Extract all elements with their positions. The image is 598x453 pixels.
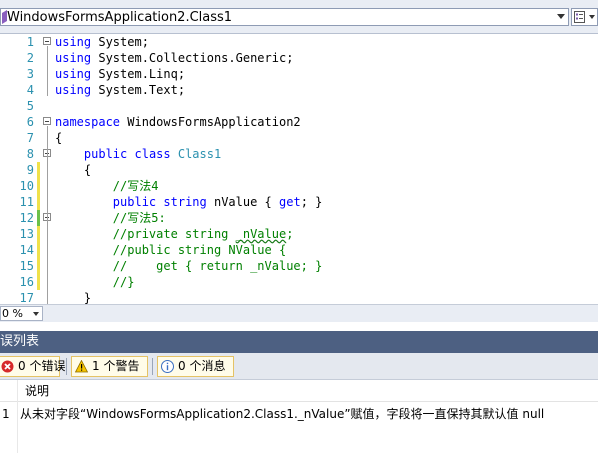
code-text: //private string _nValue;	[112, 227, 294, 241]
code-text: {	[55, 131, 63, 145]
code-text: using System.Linq;	[55, 67, 186, 81]
change-marker	[37, 258, 40, 274]
code-text: public string nValue { get; }	[112, 195, 323, 209]
class-selector-value: WindowsFormsApplication2.Class1	[7, 10, 233, 25]
navigation-bar: WindowsFormsApplication2.Class1	[0, 0, 598, 34]
line-number: 1	[26, 35, 34, 49]
code-line[interactable]: 13 //private string _nValue;	[0, 226, 598, 242]
messages-filter-label: 0 个消息	[178, 359, 226, 373]
errors-filter-label: 0 个错误	[18, 359, 66, 373]
collapse-toggle-icon[interactable]	[43, 117, 51, 125]
code-line[interactable]: 4 using System.Text;	[0, 82, 598, 98]
line-number: 13	[19, 227, 34, 241]
line-number: 15	[19, 259, 34, 273]
toolbar-separator	[66, 358, 67, 375]
collapse-toggle-icon[interactable]	[43, 37, 51, 45]
line-number: 3	[26, 67, 34, 81]
zoom-value: 0 %	[2, 307, 23, 320]
code-line[interactable]: 14 //public string NValue {	[0, 242, 598, 258]
line-number: 14	[19, 243, 34, 257]
code-line[interactable]: 11 public string nValue { get; }	[0, 194, 598, 210]
code-line[interactable]: 1 using System;	[0, 34, 598, 50]
table-row[interactable]: 1 从未对字段“WindowsFormsApplication2.Class1.…	[0, 402, 598, 426]
warnings-filter-button[interactable]: 1 个警告	[71, 356, 148, 377]
line-number: 8	[26, 147, 34, 161]
error-icon	[1, 360, 14, 373]
warnings-filter-label: 1 个警告	[92, 359, 140, 373]
code-line[interactable]: 3 using System.Linq;	[0, 66, 598, 82]
code-text: {	[55, 163, 92, 177]
member-selector-dropdown[interactable]	[571, 8, 598, 26]
line-number: 10	[19, 179, 34, 193]
change-marker	[37, 274, 40, 290]
editor-footer: 0 %	[0, 304, 598, 322]
column-header-description[interactable]: 说明	[25, 380, 49, 402]
line-number: 5	[26, 99, 34, 113]
line-number: 11	[19, 195, 34, 209]
error-list-title: 误列表	[0, 331, 598, 353]
outline-guide	[47, 46, 48, 96]
line-number: 9	[26, 163, 34, 177]
code-text: using System.Text;	[55, 83, 186, 97]
toolbar-separator	[152, 358, 153, 375]
warning-icon	[75, 360, 88, 373]
error-list-toolbar: 0 个错误 1 个警告 0 个消息	[0, 353, 598, 380]
line-number: 7	[26, 131, 34, 145]
chevron-down-icon	[557, 14, 565, 19]
change-marker	[37, 194, 40, 210]
messages-filter-button[interactable]: 0 个消息	[157, 356, 234, 377]
code-line[interactable]: 16 //}	[0, 274, 598, 290]
code-editor[interactable]: 1 using System; 2 using System.Collections.…	[0, 34, 598, 305]
code-text: using System.Collections.Generic;	[55, 51, 294, 65]
code-line[interactable]: 9 {	[0, 162, 598, 178]
errors-filter-button[interactable]: 0 个错误	[0, 356, 65, 377]
code-text: public class Class1	[83, 147, 222, 161]
code-line[interactable]: 2 using System.Collections.Generic;	[0, 50, 598, 66]
change-marker	[37, 226, 40, 242]
code-line[interactable]: 10 //写法4	[0, 178, 598, 194]
code-line[interactable]: 5	[0, 98, 598, 114]
code-text: //}	[112, 275, 135, 289]
outline-guide	[47, 222, 48, 288]
code-line[interactable]: 12 //写法5:	[0, 210, 598, 226]
row-message: 从未对字段“WindowsFormsApplication2.Class1._n…	[20, 407, 545, 421]
code-line[interactable]: 7{	[0, 130, 598, 146]
line-number: 16	[19, 275, 34, 289]
code-text: namespace WindowsFormsApplication2	[55, 115, 301, 129]
line-number: 6	[26, 115, 34, 129]
code-text: using System;	[55, 35, 149, 49]
row-number: 1	[2, 407, 10, 421]
line-number: 12	[19, 211, 34, 225]
change-marker	[37, 178, 40, 194]
chevron-down-icon	[589, 15, 595, 19]
class-selector-dropdown[interactable]: WindowsFormsApplication2.Class1	[0, 8, 569, 26]
horizontal-scrollbar[interactable]	[44, 307, 598, 321]
change-marker	[37, 162, 40, 178]
code-text: // get { return _nValue; }	[112, 259, 323, 273]
chevron-down-icon	[33, 312, 39, 316]
member-list-icon	[574, 11, 585, 23]
code-text: //写法5:	[112, 211, 166, 225]
line-number: 4	[26, 83, 34, 97]
code-text: //public string NValue {	[112, 243, 287, 257]
info-icon	[161, 360, 174, 373]
change-marker	[37, 242, 40, 258]
code-line[interactable]: 15 // get { return _nValue; }	[0, 258, 598, 274]
error-list-header: 说明	[0, 380, 598, 453]
code-line[interactable]: 6 namespace WindowsFormsApplication2	[0, 114, 598, 130]
change-marker	[37, 210, 40, 226]
zoom-dropdown[interactable]: 0 %	[0, 306, 43, 321]
line-number: 2	[26, 51, 34, 65]
code-line[interactable]: 8 public class Class1	[0, 146, 598, 162]
code-text: //写法4	[112, 179, 159, 193]
